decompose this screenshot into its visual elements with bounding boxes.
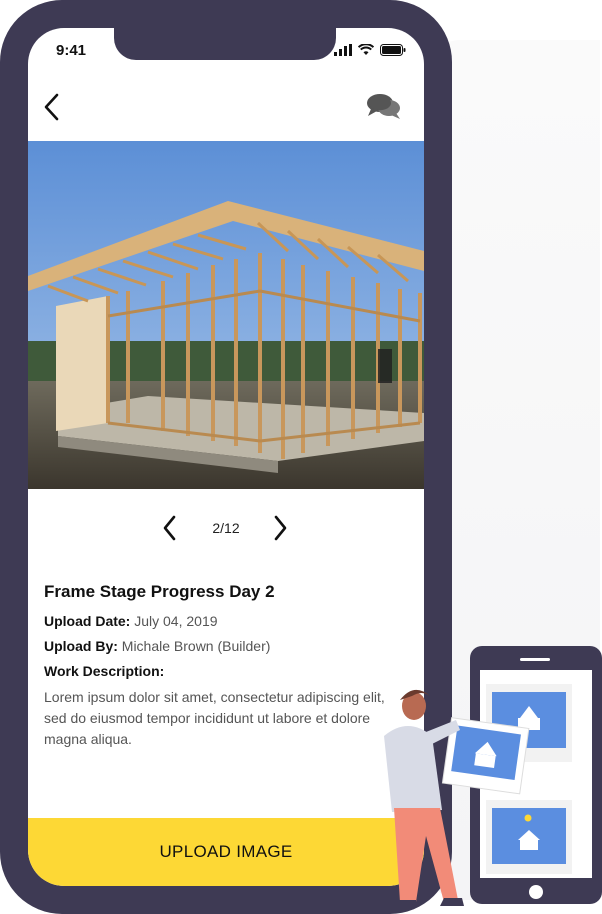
work-description-row: Work Description: xyxy=(44,662,410,680)
upload-by-value: Michale Brown (Builder) xyxy=(121,638,271,654)
previous-photo-button[interactable] xyxy=(158,514,182,542)
chat-button[interactable] xyxy=(366,92,402,122)
work-description-label: Work Description: xyxy=(44,663,165,679)
photo-title: Frame Stage Progress Day 2 xyxy=(44,582,275,601)
chat-bubbles-icon xyxy=(367,94,400,119)
upload-by-label: Upload By: xyxy=(44,638,118,654)
status-time: 9:41 xyxy=(56,42,87,59)
battery-icon xyxy=(380,44,406,56)
pager-counter: 2/12 xyxy=(212,520,240,536)
status-icons xyxy=(334,44,406,56)
upload-by-row: Upload By: Michale Brown (Builder) xyxy=(44,637,410,655)
progress-photo xyxy=(28,141,424,489)
photo-details: Frame Stage Progress Day 2 Upload Date: … xyxy=(44,582,410,750)
chevron-left-icon xyxy=(44,93,59,121)
person-illustration xyxy=(384,689,464,908)
upload-illustration xyxy=(384,646,602,908)
phone-notch xyxy=(114,28,336,60)
chevron-left-icon xyxy=(163,515,176,541)
work-description-text: Lorem ipsum dolor sit amet, consectetur … xyxy=(44,689,385,747)
wifi-icon xyxy=(358,44,374,55)
signal-icon xyxy=(334,44,352,56)
construction-image xyxy=(28,141,424,489)
back-button[interactable] xyxy=(40,92,64,122)
upload-image-button[interactable]: UPLOAD IMAGE xyxy=(28,818,424,886)
app-screen: 9:41 2/12 Frame Stage Progress Day 2 Upl… xyxy=(28,28,424,886)
upload-date-label: Upload Date: xyxy=(44,613,131,629)
chevron-right-icon xyxy=(274,515,287,541)
upload-date-value: July 04, 2019 xyxy=(134,613,218,629)
photo-pager: 2/12 xyxy=(28,510,424,546)
upload-date-row: Upload Date: July 04, 2019 xyxy=(44,612,410,630)
next-photo-button[interactable] xyxy=(268,514,292,542)
